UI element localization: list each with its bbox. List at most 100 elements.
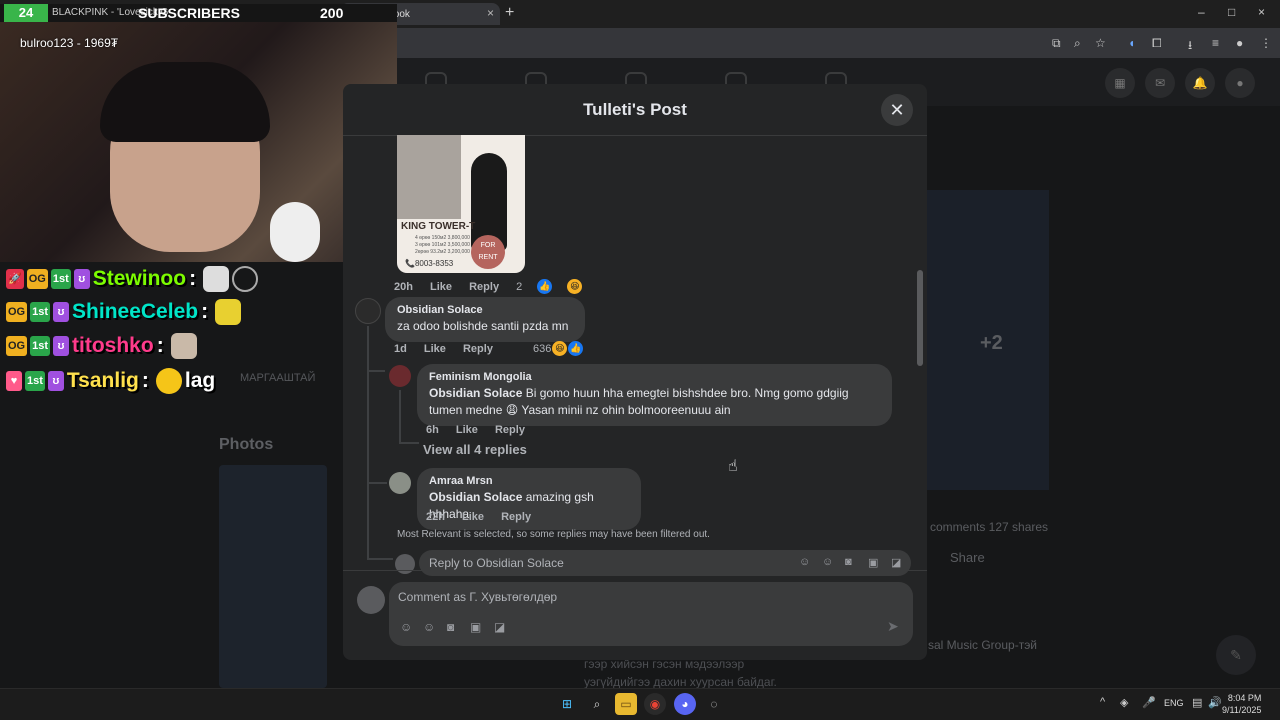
comment-actions: 20h Like Reply 2 👍 😆: [394, 279, 610, 294]
messenger-icon[interactable]: ✉: [1145, 68, 1175, 98]
new-tab-button[interactable]: +: [505, 4, 514, 22]
language-indicator[interactable]: ENG: [1164, 698, 1184, 708]
first-badge-icon: 1st: [25, 371, 45, 391]
camera-icon[interactable]: ◙: [447, 620, 454, 634]
microphone-icon[interactable]: 🎤: [1142, 696, 1156, 709]
reply-link[interactable]: Reply: [495, 424, 525, 436]
avatar-sticker-icon[interactable]: ☺: [799, 556, 810, 568]
volume-icon[interactable]: 🔊: [1208, 696, 1222, 709]
flyer-phone: 📞8003-8353: [405, 259, 454, 268]
og-badge-icon: OG: [6, 336, 28, 356]
file-explorer-icon[interactable]: ▭: [615, 693, 637, 715]
reactions-summary[interactable]: 636 😆 👍: [533, 341, 584, 356]
commenter-name[interactable]: Amraa Mrsn: [429, 475, 629, 487]
start-icon[interactable]: ⊞: [556, 693, 578, 715]
cat-badge-icon: ʊ: [53, 336, 70, 356]
menu-dots-icon[interactable]: ⋮: [1260, 36, 1272, 50]
notifications-icon[interactable]: 🔔: [1185, 68, 1215, 98]
menu-grid-icon[interactable]: ▦: [1105, 68, 1135, 98]
thread-line: [367, 482, 387, 484]
share-button[interactable]: Share: [950, 550, 985, 565]
commenter-avatar[interactable]: [389, 472, 411, 494]
first-badge-icon: 1st: [30, 336, 51, 356]
avatar-sticker-icon[interactable]: ☺: [400, 620, 412, 634]
mention-tag[interactable]: Obsidian Solace: [429, 386, 522, 400]
filter-notice: Most Relevant is selected, so some repli…: [397, 529, 710, 540]
reply-input[interactable]: Reply to Obsidian Solace ☺ ☺ ◙ ▣ ◪: [419, 550, 911, 576]
duck-emote-icon: [155, 368, 182, 394]
tab-search-icon[interactable]: ≡: [1212, 36, 1219, 50]
discord-icon[interactable]: ◕: [674, 693, 696, 715]
like-link[interactable]: Like: [456, 424, 478, 436]
gif-icon[interactable]: ▣: [470, 620, 481, 634]
tab-close-icon[interactable]: ×: [487, 6, 494, 20]
comment-input[interactable]: Comment as Г. Хувьтөгөлдөр ☺ ☺ ◙ ▣ ◪ ➤: [389, 582, 913, 646]
comment-bubble: Feminism Mongolia Obsidian Solace Bi gom…: [417, 364, 892, 426]
commenter-name[interactable]: Obsidian Solace: [397, 304, 573, 316]
like-link[interactable]: Like: [424, 343, 446, 355]
thread-line: [367, 558, 393, 560]
flyer-line: 3 өрөө 101м2 3,500,000: [415, 242, 470, 248]
donation-alert: bulroo123 - 1969₮: [20, 36, 119, 50]
profile-icon[interactable]: ●: [1236, 36, 1243, 50]
flyer-line: 2өрөө 93.2м2 3,200,000: [415, 249, 470, 255]
network-icon[interactable]: ▤: [1192, 696, 1202, 709]
reply-link[interactable]: Reply: [501, 511, 531, 523]
bookmark-star-icon[interactable]: ☆: [1095, 36, 1106, 50]
view-replies-link[interactable]: View all 4 replies: [423, 442, 527, 457]
emoji-icon[interactable]: ☺: [822, 556, 833, 568]
zoom-icon[interactable]: ⌕: [1074, 36, 1081, 51]
tray-chevron-icon[interactable]: ^: [1100, 696, 1105, 708]
thread-line: [367, 326, 369, 558]
app-icon[interactable]: ◌: [703, 693, 725, 715]
commenter-avatar[interactable]: [389, 365, 411, 387]
heart-badge-icon: ♥: [6, 371, 22, 391]
gif-icon[interactable]: ▣: [868, 556, 878, 569]
search-icon[interactable]: ⌕: [586, 693, 608, 715]
haha-reaction-icon: 😆: [552, 341, 568, 356]
chat-colon: :: [156, 334, 164, 357]
flyer-title: KING TOWER-T: [401, 221, 476, 232]
chat-colon: :: [201, 300, 209, 323]
user-avatar: [395, 554, 415, 574]
commenter-name[interactable]: Feminism Mongolia: [429, 371, 880, 383]
sticker-icon[interactable]: ◪: [891, 556, 901, 569]
comment-image[interactable]: KING TOWER-T 4 өрөө 150м2 3,800,000 3 өр…: [397, 135, 525, 273]
comment-actions: 1d Like Reply: [394, 343, 507, 355]
og-badge-icon: OG: [6, 302, 28, 322]
user-avatar[interactable]: [357, 586, 385, 614]
scrollbar[interactable]: [917, 270, 923, 366]
like-link[interactable]: Like: [430, 281, 452, 293]
reactions-summary[interactable]: 2 👍 😆: [516, 279, 596, 294]
thread-line: [367, 370, 385, 372]
loading-icon: [232, 266, 259, 292]
close-window-button[interactable]: ×: [1258, 5, 1265, 19]
puzzle-icon[interactable]: ⧠: [1152, 36, 1162, 51]
maximize-button[interactable]: □: [1228, 5, 1235, 19]
chrome-icon[interactable]: ◉: [644, 693, 666, 715]
reply-link[interactable]: Reply: [463, 343, 493, 355]
camera-icon[interactable]: ◙: [845, 556, 852, 568]
emote-icon: [170, 333, 197, 359]
emoji-icon[interactable]: ☺: [423, 620, 435, 634]
clock[interactable]: 8:04 PM 9/11/2025: [1222, 692, 1261, 716]
for-rent-badge: FOR RENT: [471, 235, 505, 269]
sticker-icon[interactable]: ◪: [494, 620, 505, 634]
mention-tag[interactable]: Obsidian Solace: [429, 490, 522, 504]
chat-text: lag: [184, 369, 216, 392]
commenter-avatar[interactable]: [355, 298, 381, 324]
close-icon[interactable]: ✕: [881, 94, 913, 126]
like-link[interactable]: Like: [462, 511, 484, 523]
extension-icon[interactable]: ◖: [1128, 36, 1135, 50]
account-avatar[interactable]: ●: [1225, 68, 1255, 98]
minimize-button[interactable]: –: [1198, 5, 1205, 19]
cast-icon[interactable]: ⧉: [1052, 36, 1061, 51]
download-icon[interactable]: ⭳: [1188, 36, 1192, 57]
chat-username: Tsanlig: [66, 369, 139, 392]
send-icon[interactable]: ➤: [887, 618, 899, 635]
new-message-icon[interactable]: ✎: [1216, 635, 1256, 675]
building-photo: [397, 135, 461, 219]
photo-thumbnail[interactable]: [219, 465, 327, 688]
tray-app-icon[interactable]: ◈: [1120, 696, 1128, 709]
reply-link[interactable]: Reply: [469, 281, 499, 293]
